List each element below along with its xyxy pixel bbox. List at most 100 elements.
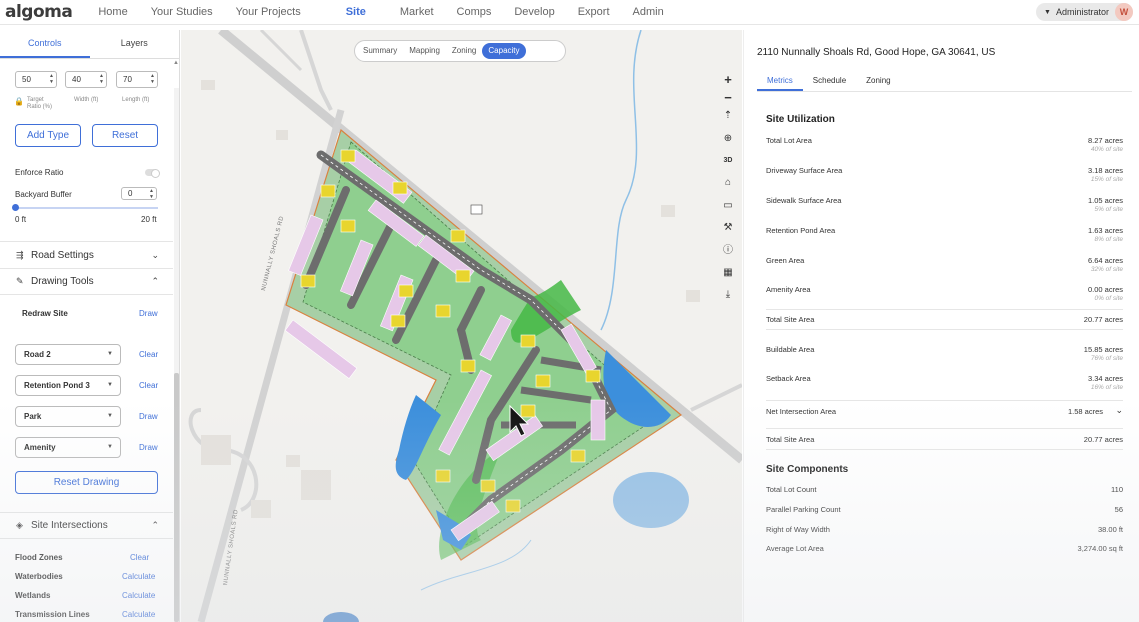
scroll-thumb[interactable] <box>174 373 179 622</box>
sidebar-scrollbar[interactable] <box>174 88 179 622</box>
retention-pond-select[interactable]: Retention Pond 3 ▼ <box>15 375 121 396</box>
nav-home[interactable]: Home <box>98 0 127 25</box>
3d-toggle-button[interactable]: 3D <box>720 153 736 169</box>
chevron-down-icon[interactable]: ⌄ <box>1115 405 1123 416</box>
pencil-icon: ✎ <box>16 275 24 286</box>
nav-market[interactable]: Market <box>400 0 434 25</box>
nav-admin[interactable]: Admin <box>633 0 664 25</box>
tab-controls[interactable]: Controls <box>0 30 90 58</box>
algoma-logo[interactable]: algoma <box>5 2 73 22</box>
lock-icon[interactable]: 🔒 <box>14 98 24 106</box>
locate-icon[interactable]: ⊕ <box>720 131 736 147</box>
backyard-buffer-input[interactable]: 0 ▲ ▼ <box>121 187 157 200</box>
chevron-up-icon: ⌃ <box>151 519 159 530</box>
controls-sidebar: Controls Layers ▲ 50 ▲ ▼ 40 ▲ ▼ 70 ▲ ▼ 🔒 Ta… <box>0 30 180 622</box>
add-type-button[interactable]: Add Type <box>15 124 81 147</box>
site-map[interactable]: NUNNALLY SHOALS RD NUNNALLY SHOALS RD Su… <box>181 30 742 622</box>
hide-buildings-icon[interactable]: ▦ <box>720 265 736 281</box>
redraw-site-draw-link[interactable]: Draw <box>139 309 158 318</box>
user-role: Administrator <box>1055 7 1109 17</box>
park-draw-link[interactable]: Draw <box>139 412 158 421</box>
transmission-lines-label: Transmission Lines <box>15 610 90 619</box>
road-settings-section[interactable]: ⇶ Road Settings ⌄ <box>0 242 173 268</box>
park-select[interactable]: Park ▼ <box>15 406 121 427</box>
flood-zones-clear-link[interactable]: Clear <box>130 553 149 562</box>
tab-zoning[interactable]: Zoning <box>446 43 482 59</box>
caret-down-icon: ▼ <box>107 444 113 450</box>
drawing-tools-section[interactable]: ✎ Drawing Tools ⌃ <box>0 268 173 294</box>
target-ratio-input[interactable]: 50 ▲ ▼ <box>15 71 57 88</box>
length-input[interactable]: 70 ▲ ▼ <box>116 71 158 88</box>
compass-icon[interactable]: ⇡ <box>720 108 736 124</box>
main-nav: Home Your Studies Your Projects Site Mar… <box>98 0 686 25</box>
site-utilization-heading: Site Utilization <box>766 114 835 125</box>
width-label: Width (ft) <box>74 97 99 103</box>
tab-capacity[interactable]: Capacity <box>482 43 526 59</box>
flood-zones-label: Flood Zones <box>15 553 63 562</box>
reset-button[interactable]: Reset <box>92 124 158 147</box>
zoom-out-button[interactable]: − <box>720 90 736 106</box>
backyard-buffer-slider-track[interactable] <box>15 207 158 209</box>
ruler-icon[interactable]: ▭ <box>720 198 736 214</box>
tab-zoning[interactable]: Zoning <box>856 72 900 91</box>
panel-tabs: Metrics Schedule Zoning <box>757 72 1132 92</box>
amenity-draw-link[interactable]: Draw <box>139 443 158 452</box>
layers-icon: ◈ <box>16 519 23 530</box>
amenity-select[interactable]: Amenity ▼ <box>15 437 121 458</box>
enforce-ratio-toggle[interactable] <box>145 169 160 178</box>
tab-layers[interactable]: Layers <box>90 30 180 58</box>
waterbodies-label: Waterbodies <box>15 572 63 581</box>
user-menu[interactable]: ▼ Administrator W <box>1036 3 1133 21</box>
metrics-panel: 2110 Nunnally Shoals Rd, Good Hope, GA 3… <box>743 30 1139 622</box>
backyard-buffer-label: Backyard Buffer <box>15 190 72 199</box>
chevron-up-icon: ⌃ <box>151 275 159 286</box>
home-icon[interactable]: ⌂ <box>720 175 736 191</box>
caret-down-icon: ▼ <box>107 382 113 388</box>
nav-site[interactable]: Site <box>346 0 366 25</box>
tab-schedule[interactable]: Schedule <box>803 72 856 91</box>
stepper-icon[interactable]: ▲ ▼ <box>150 73 155 85</box>
stepper-icon[interactable]: ▲ ▼ <box>99 73 104 85</box>
redraw-site-label: Redraw Site <box>22 309 68 318</box>
stepper-icon[interactable]: ▲ ▼ <box>149 188 154 200</box>
download-icon[interactable]: ⤓ <box>720 287 736 303</box>
road-settings-icon: ⇶ <box>16 249 24 260</box>
tab-mapping[interactable]: Mapping <box>403 43 446 59</box>
wetlands-label: Wetlands <box>15 591 51 600</box>
waterbodies-calculate-link[interactable]: Calculate <box>122 572 155 581</box>
site-address: 2110 Nunnally Shoals Rd, Good Hope, GA 3… <box>757 47 996 58</box>
road-2-select[interactable]: Road 2 ▼ <box>15 344 121 365</box>
zoom-in-button[interactable]: + <box>720 72 736 88</box>
nav-your-projects[interactable]: Your Projects <box>236 0 301 25</box>
reset-drawing-button[interactable]: Reset Drawing <box>15 471 158 494</box>
divider <box>766 449 1123 450</box>
tab-metrics[interactable]: Metrics <box>757 72 803 91</box>
magic-wand-icon[interactable]: ⚒ <box>720 220 736 236</box>
map-canvas[interactable] <box>181 30 742 622</box>
tab-summary[interactable]: Summary <box>357 43 403 59</box>
wetlands-calculate-link[interactable]: Calculate <box>122 591 155 600</box>
site-intersections-section[interactable]: ◈ Site Intersections ⌃ <box>0 512 173 538</box>
backyard-buffer-slider-handle[interactable] <box>12 204 19 211</box>
divider <box>766 329 1123 330</box>
scroll-up-icon[interactable]: ▲ <box>173 60 179 66</box>
nunnally-shoals-road <box>197 109 345 622</box>
caret-down-icon: ▼ <box>107 351 113 357</box>
nav-comps[interactable]: Comps <box>457 0 492 25</box>
divider <box>0 294 173 295</box>
stepper-icon[interactable]: ▲ ▼ <box>49 73 54 85</box>
transmission-lines-calculate-link[interactable]: Calculate <box>122 610 155 619</box>
enforce-ratio-label: Enforce Ratio <box>15 168 64 177</box>
width-input[interactable]: 40 ▲ ▼ <box>65 71 107 88</box>
top-navigation-bar: algoma Home Your Studies Your Projects S… <box>0 0 1139 25</box>
offsite-pond <box>613 472 689 528</box>
caret-down-icon: ▼ <box>107 413 113 419</box>
nav-develop[interactable]: Develop <box>514 0 554 25</box>
retention-pond-clear-link[interactable]: Clear <box>139 381 158 390</box>
parking-marker <box>470 204 483 215</box>
length-label: Length (ft) <box>122 97 150 103</box>
nav-your-studies[interactable]: Your Studies <box>151 0 213 25</box>
nav-export[interactable]: Export <box>578 0 610 25</box>
road-2-clear-link[interactable]: Clear <box>139 350 158 359</box>
info-icon[interactable]: ⓘ <box>720 243 736 259</box>
